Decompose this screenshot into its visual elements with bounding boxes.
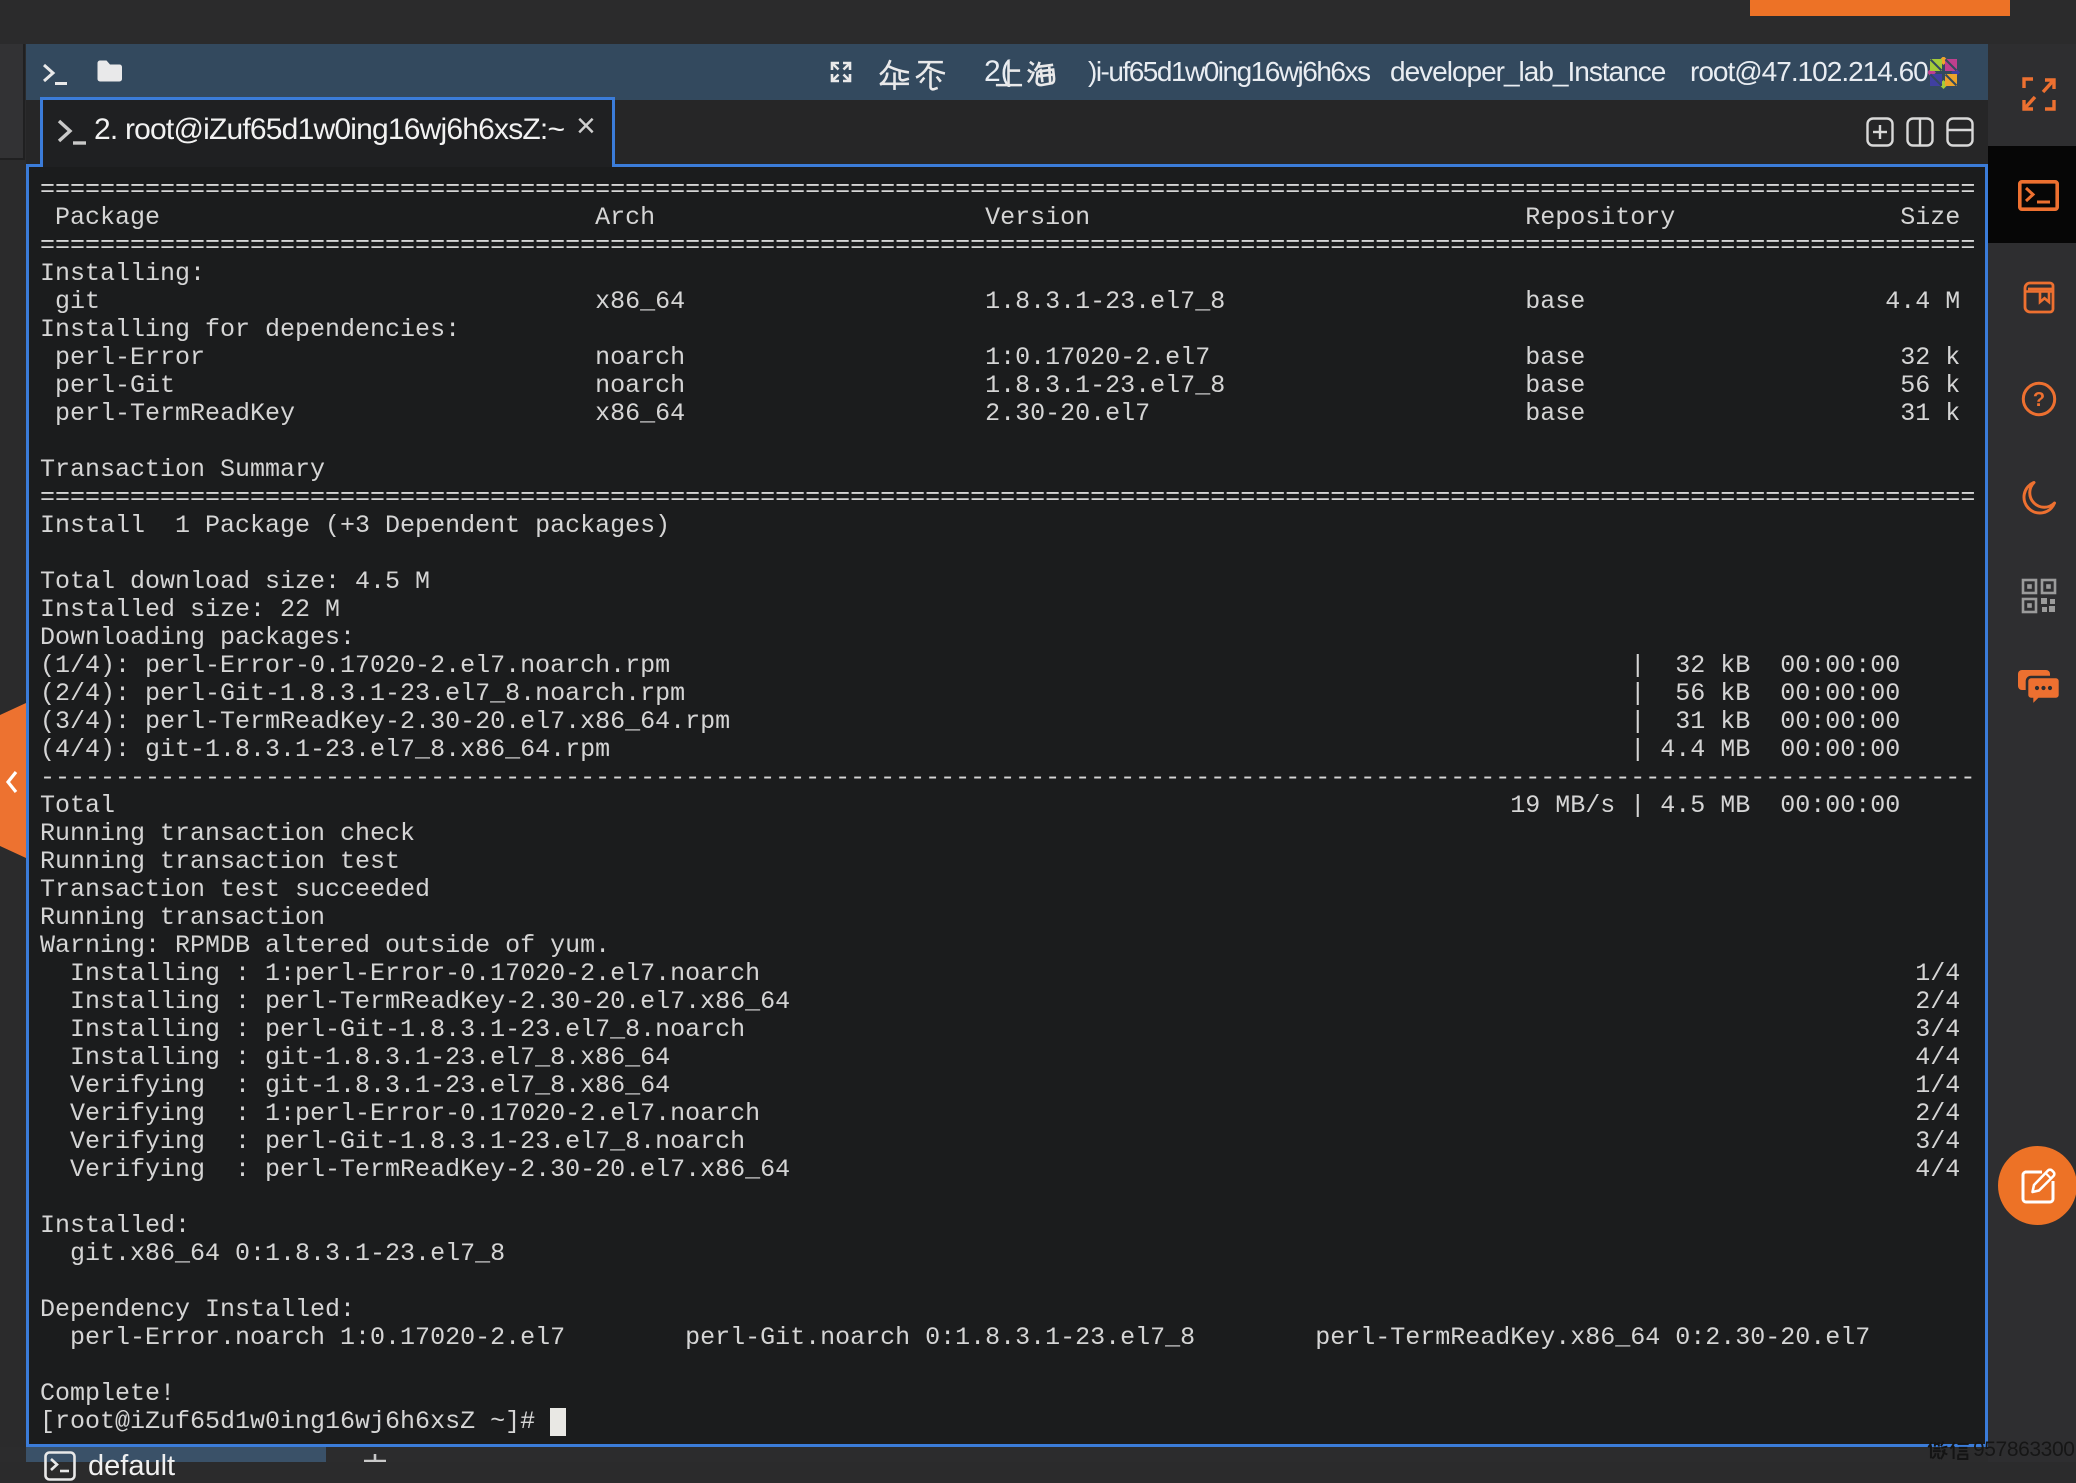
svg-text:?: ?	[2033, 389, 2045, 411]
